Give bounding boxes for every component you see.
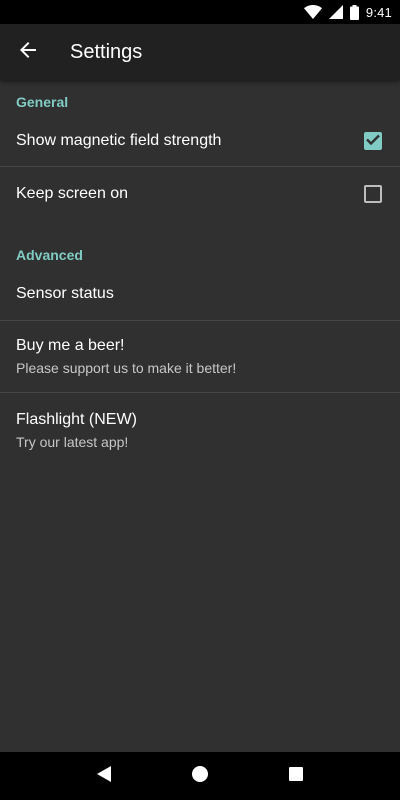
pref-keep-screen-on[interactable]: Keep screen on bbox=[0, 167, 400, 221]
magnetic-field-checkbox[interactable] bbox=[364, 131, 382, 150]
signal-icon bbox=[328, 5, 343, 19]
pref-title: Buy me a beer! bbox=[16, 337, 125, 354]
pref-title: Flashlight (NEW) bbox=[16, 410, 137, 428]
settings-screen: 9:41 Settings General Show magnetic fiel… bbox=[0, 0, 400, 800]
status-bar: 9:41 bbox=[0, 0, 400, 24]
section-header-general: General bbox=[16, 94, 69, 110]
pref-title: Show magnetic field strength bbox=[16, 131, 222, 149]
arrow-back-icon bbox=[20, 41, 36, 63]
navigation-bar bbox=[0, 752, 400, 800]
back-button[interactable] bbox=[0, 24, 56, 80]
pref-buy-me-a-beer[interactable]: Buy me a beer! Please support us to make… bbox=[0, 321, 400, 393]
pref-flashlight[interactable]: Flashlight (NEW) Try our latest app! bbox=[0, 393, 400, 467]
nav-back-button[interactable] bbox=[80, 752, 128, 800]
pref-summary: Please support us to make it better! bbox=[16, 360, 237, 376]
keep-screen-on-checkbox[interactable] bbox=[364, 185, 382, 203]
section-header-advanced: Advanced bbox=[16, 247, 83, 263]
battery-icon bbox=[349, 4, 359, 20]
pref-title: Sensor status bbox=[16, 284, 114, 302]
wifi-icon bbox=[303, 5, 322, 19]
preferences-list: General Show magnetic field strength Kee… bbox=[0, 80, 400, 467]
page-title: Settings bbox=[70, 40, 143, 63]
check-icon bbox=[366, 132, 380, 150]
pref-texts: Buy me a beer! Please support us to make… bbox=[16, 337, 236, 376]
back-triangle-icon bbox=[96, 765, 112, 788]
toolbar: Settings bbox=[0, 24, 400, 80]
home-circle-icon bbox=[191, 765, 209, 788]
nav-recents-button[interactable] bbox=[272, 752, 320, 800]
pref-title: Keep screen on bbox=[16, 185, 129, 202]
recents-square-icon bbox=[289, 766, 303, 786]
pref-show-magnetic-field-strength[interactable]: Show magnetic field strength bbox=[0, 115, 400, 167]
status-time: 9:41 bbox=[365, 4, 392, 20]
pref-sensor-status[interactable]: Sensor status bbox=[0, 267, 400, 321]
pref-summary: Try our latest app! bbox=[16, 433, 129, 450]
pref-texts: Flashlight (NEW) Try our latest app! bbox=[16, 411, 137, 450]
nav-home-button[interactable] bbox=[176, 752, 224, 800]
